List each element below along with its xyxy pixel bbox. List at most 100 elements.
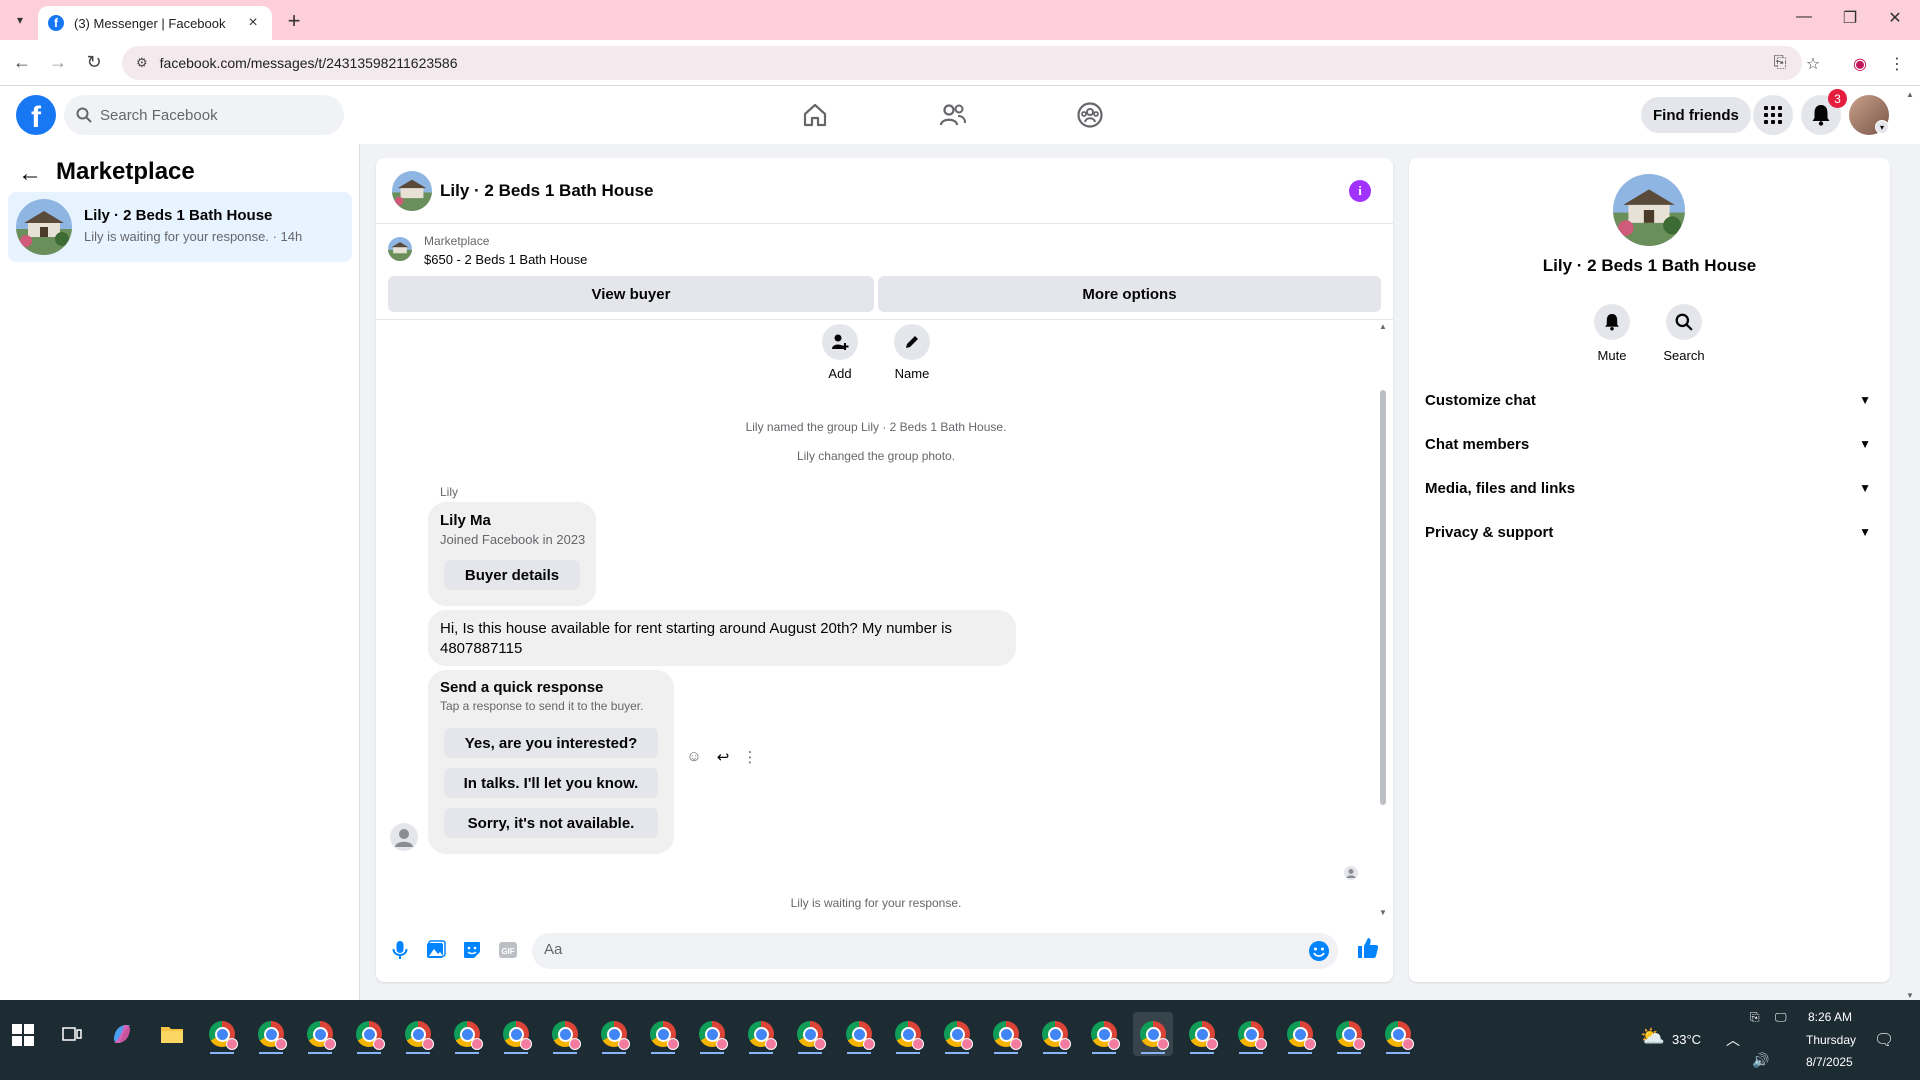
chrome-taskbar-icon[interactable] [1231, 1012, 1271, 1056]
gif-icon[interactable]: GIF [494, 936, 522, 964]
task-view-icon[interactable] [52, 1012, 92, 1056]
chrome-menu-icon[interactable]: ⋮ [1886, 54, 1908, 74]
windows-start-icon[interactable] [12, 1024, 34, 1046]
copilot-icon[interactable] [102, 1012, 142, 1056]
chrome-taskbar-icon[interactable] [937, 1012, 977, 1056]
new-tab-plus-icon[interactable]: + [282, 8, 306, 34]
chrome-taskbar-icon[interactable] [1133, 1012, 1173, 1056]
chrome-taskbar-icon[interactable] [1182, 1012, 1222, 1056]
home-icon[interactable] [797, 98, 833, 132]
view-buyer-button[interactable]: View buyer [388, 276, 874, 312]
find-friends-button[interactable]: Find friends [1641, 97, 1751, 133]
browser-tab-messenger[interactable]: f (3) Messenger | Facebook × [38, 6, 272, 40]
groups-icon[interactable] [1072, 98, 1108, 132]
emoji-icon[interactable] [1308, 940, 1330, 967]
chrome-taskbar-icon[interactable] [398, 1012, 438, 1056]
media-files-links-row[interactable]: Media, files and links ▼ [1417, 468, 1881, 508]
file-explorer-icon[interactable] [152, 1012, 192, 1056]
scroll-up-arrow-icon[interactable]: ▲ [1379, 322, 1387, 331]
chrome-taskbar-icon[interactable] [349, 1012, 389, 1056]
clock-time[interactable]: 8:26 AM [1808, 1010, 1852, 1024]
menu-grid-icon[interactable] [1753, 95, 1793, 135]
chrome-taskbar-icon[interactable] [839, 1012, 879, 1056]
notification-center-icon[interactable]: 🗨 [1874, 1030, 1894, 1050]
chrome-profile-icon[interactable]: ◉ [1849, 54, 1871, 74]
temperature[interactable]: 33°C [1672, 1032, 1701, 1047]
maximize-icon[interactable]: ❐ [1835, 8, 1865, 28]
network-icon[interactable]: 🖵 [1775, 1010, 1787, 1025]
chrome-taskbar-icon[interactable] [300, 1012, 340, 1056]
chrome-taskbar-icon[interactable] [251, 1012, 291, 1056]
scroll-up-arrow-icon[interactable]: ▲ [1906, 90, 1914, 99]
page-scrollbar[interactable]: ▲ ▼ [1906, 90, 1916, 1000]
quick-response-option[interactable]: Sorry, it's not available. [444, 808, 658, 838]
forward-arrow-icon[interactable]: → [46, 52, 70, 73]
url-omnibox[interactable]: ⚙ facebook.com/messages/t/24313598211623… [122, 46, 1802, 80]
buyer-details-button[interactable]: Buyer details [444, 560, 580, 590]
chrome-taskbar-icon[interactable] [496, 1012, 536, 1056]
weather-icon[interactable]: ⛅ [1640, 1024, 1665, 1049]
friends-icon[interactable] [935, 98, 971, 132]
chrome-taskbar-icon[interactable] [1329, 1012, 1369, 1056]
chrome-taskbar-icon[interactable] [202, 1012, 242, 1056]
scroll-down-arrow-icon[interactable]: ▼ [1379, 908, 1387, 917]
install-app-icon[interactable]: ⎘ [1769, 54, 1791, 72]
minimize-icon[interactable]: — [1789, 8, 1819, 26]
add-people-action[interactable]: Add [810, 324, 870, 381]
mute-action[interactable]: Mute [1577, 304, 1647, 363]
chrome-taskbar-icon[interactable] [643, 1012, 683, 1056]
show-hidden-icons-chevron-up-icon[interactable]: ︿ [1726, 1030, 1740, 1050]
search-in-conversation-action[interactable]: Search [1649, 304, 1719, 363]
chrome-taskbar-icon[interactable] [1378, 1012, 1418, 1056]
clock-date[interactable]: 8/7/2025 [1806, 1055, 1853, 1069]
message-bubble[interactable]: Hi, Is this house available for rent sta… [428, 610, 1016, 666]
quick-response-option[interactable]: Yes, are you interested? [444, 728, 658, 758]
chrome-taskbar-icon[interactable] [1084, 1012, 1124, 1056]
reply-icon[interactable]: ↩ [713, 748, 733, 766]
facebook-search[interactable] [64, 95, 344, 135]
listing-title[interactable]: $650 - 2 Beds 1 Bath House [424, 252, 587, 267]
chrome-taskbar-icon[interactable] [888, 1012, 928, 1056]
react-smiley-icon[interactable]: ☺ [684, 748, 704, 765]
sticker-icon[interactable] [458, 936, 486, 964]
name-group-action[interactable]: Name [882, 324, 942, 381]
reload-icon[interactable]: ↻ [82, 52, 106, 73]
photo-gallery-icon[interactable] [422, 936, 450, 964]
volume-icon[interactable]: 🔊 [1752, 1052, 1769, 1069]
back-arrow-icon[interactable]: ← [10, 52, 34, 73]
chrome-taskbar-icon[interactable] [692, 1012, 732, 1056]
chat-scrollbar-thumb[interactable] [1380, 390, 1386, 805]
back-arrow-icon[interactable]: ← [18, 160, 42, 188]
microphone-icon[interactable] [386, 936, 414, 964]
chrome-taskbar-icon[interactable] [790, 1012, 830, 1056]
chrome-taskbar-icon[interactable] [545, 1012, 585, 1056]
quick-response-option[interactable]: In talks. I'll let you know. [444, 768, 658, 798]
chrome-taskbar-icon[interactable] [986, 1012, 1026, 1056]
account-chevron-down-icon[interactable]: ▾ [1875, 120, 1889, 134]
more-vertical-icon[interactable]: ⋮ [740, 748, 760, 766]
chrome-taskbar-icon[interactable] [741, 1012, 781, 1056]
tab-close-icon[interactable]: × [244, 14, 262, 32]
chrome-taskbar-icon[interactable] [1280, 1012, 1320, 1056]
chrome-taskbar-icon[interactable] [1035, 1012, 1075, 1056]
conversation-info-icon[interactable]: i [1349, 180, 1371, 202]
site-settings-icon[interactable]: ⚙ [136, 55, 148, 71]
close-window-icon[interactable]: ✕ [1880, 8, 1910, 28]
conversation-list-item[interactable]: Lily · 2 Beds 1 Bath House Lily is waiti… [8, 192, 352, 262]
chat-header-title[interactable]: Lily · 2 Beds 1 Bath House [440, 181, 654, 201]
bookmark-star-icon[interactable]: ☆ [1802, 54, 1824, 74]
search-input[interactable] [100, 106, 320, 124]
scroll-down-arrow-icon[interactable]: ▼ [1906, 991, 1914, 1000]
meet-now-icon[interactable]: ⎘ [1750, 1010, 1760, 1025]
facebook-logo-icon[interactable]: f [16, 95, 56, 135]
customize-chat-row[interactable]: Customize chat ▼ [1417, 380, 1881, 420]
more-options-button[interactable]: More options [878, 276, 1381, 312]
thumbs-up-icon[interactable] [1354, 934, 1382, 962]
sender-avatar[interactable] [390, 823, 418, 851]
chrome-taskbar-icon[interactable] [447, 1012, 487, 1056]
chat-header-thumbnail[interactable] [392, 171, 432, 211]
chrome-taskbar-icon[interactable] [594, 1012, 634, 1056]
clock-day[interactable]: Thursday [1806, 1033, 1856, 1047]
message-input[interactable] [544, 941, 1284, 958]
privacy-support-row[interactable]: Privacy & support ▼ [1417, 512, 1881, 552]
